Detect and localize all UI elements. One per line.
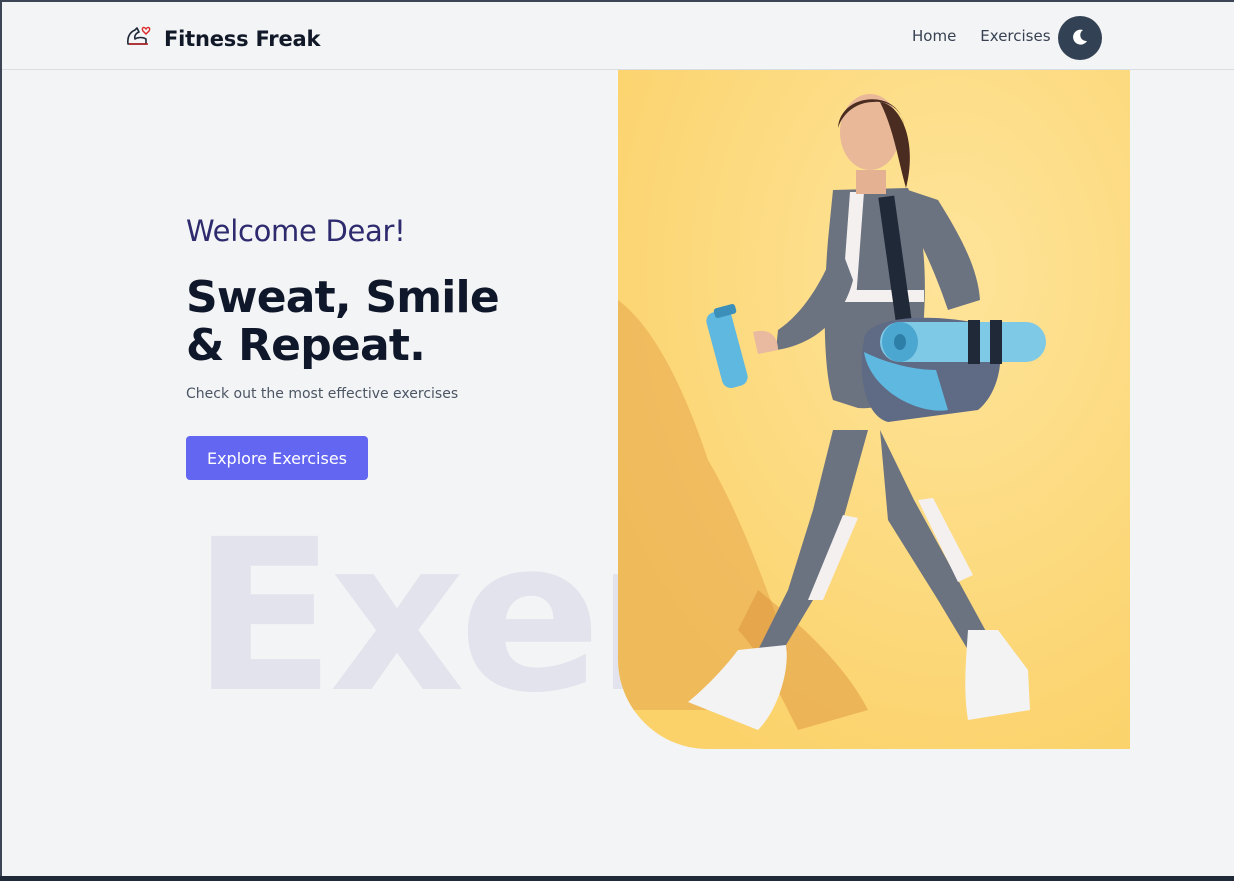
brand[interactable]: Fitness Freak <box>124 24 320 54</box>
theme-toggle-button[interactable] <box>1058 16 1102 60</box>
hero-text: Welcome Dear! Sweat, Smile & Repeat. Che… <box>186 214 546 480</box>
brand-name: Fitness Freak <box>164 27 321 51</box>
app-window: Fitness Freak Home Exercises Exercise We… <box>0 0 1234 876</box>
headline-line-2: & Repeat. <box>186 320 426 371</box>
headline-line-1: Sweat, Smile <box>186 272 500 323</box>
nav-link-exercises[interactable]: Exercises <box>980 27 1050 45</box>
nav-links: Home Exercises <box>912 27 1051 45</box>
moon-icon <box>1070 27 1090 50</box>
hero-headline: Sweat, Smile & Repeat. <box>186 274 546 370</box>
explore-exercises-button[interactable]: Explore Exercises <box>186 436 368 480</box>
navbar: Fitness Freak Home Exercises <box>2 2 1234 70</box>
taskbar-strip <box>0 876 1234 881</box>
flexed-arm-heart-icon <box>124 24 154 54</box>
hero-image <box>618 70 1130 749</box>
welcome-heading: Welcome Dear! <box>186 214 406 248</box>
nav-link-home[interactable]: Home <box>912 27 956 45</box>
hero-subtitle: Check out the most effective exercises <box>186 386 459 402</box>
